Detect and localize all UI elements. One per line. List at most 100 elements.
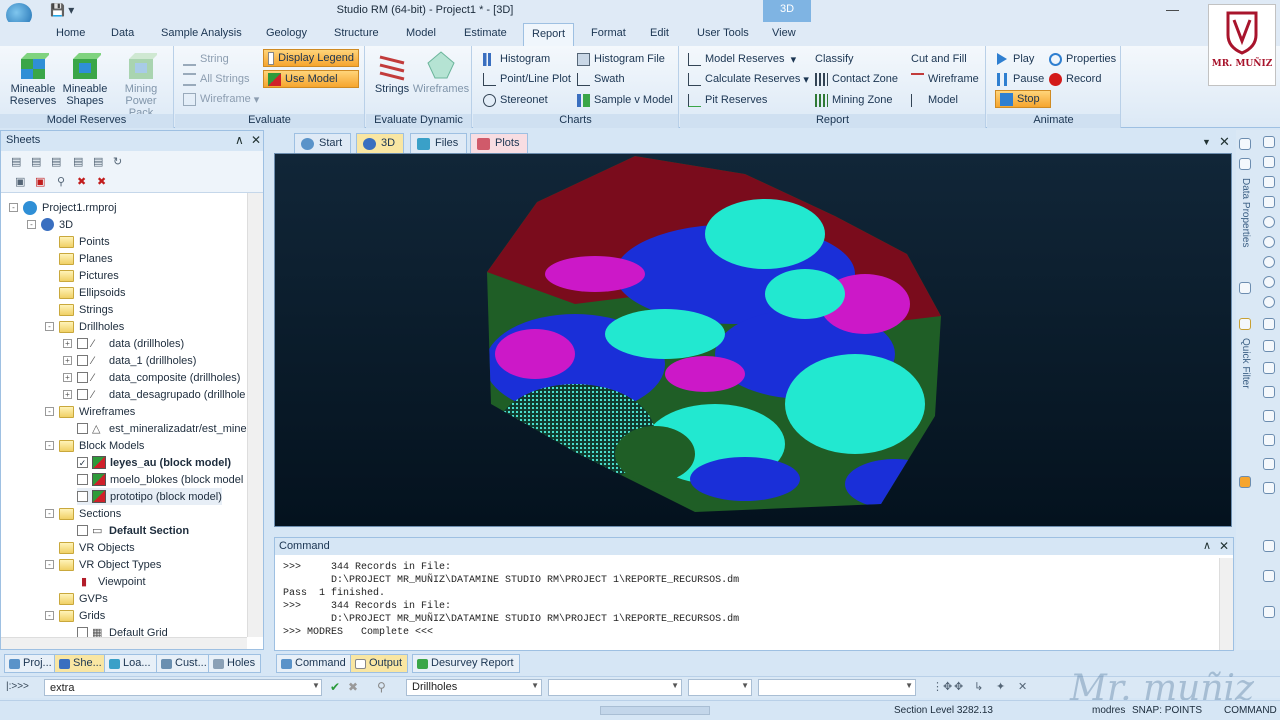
quick-filter-icon[interactable] xyxy=(1239,318,1251,330)
pause-button[interactable]: Pause xyxy=(997,70,1044,88)
highlight-tool-icon[interactable] xyxy=(1239,476,1251,488)
tab-data[interactable]: Data xyxy=(111,27,134,39)
snap-tool-icon[interactable]: ⋮✥ xyxy=(932,680,952,693)
sheets-vertical-scrollbar[interactable] xyxy=(247,193,263,637)
close-icon[interactable]: ✕ xyxy=(251,133,261,147)
visibility-checkbox[interactable] xyxy=(77,389,88,400)
data-properties-tab[interactable]: Data Properties xyxy=(1240,178,1251,247)
tree-item[interactable]: ▭ Default Section xyxy=(77,522,189,539)
tab-holes[interactable]: Holes xyxy=(208,654,262,673)
tab-geology[interactable]: Geology xyxy=(266,27,307,39)
point-line-plot-button[interactable]: Point/Line Plot xyxy=(483,70,571,88)
command-scrollbar[interactable] xyxy=(1219,558,1233,650)
report-model-button[interactable]: Model xyxy=(911,91,958,109)
visibility-checkbox[interactable] xyxy=(77,355,88,366)
tree-item[interactable]: △ est_mineralizadatr/est_mine xyxy=(77,420,247,437)
evaluate-wireframe-button[interactable]: Wireframe ▾ xyxy=(183,90,259,108)
view-pan-icon[interactable] xyxy=(1263,196,1275,208)
contact-zone-button[interactable]: Contact Zone xyxy=(815,70,898,88)
sheets-horizontal-scrollbar[interactable] xyxy=(1,637,247,649)
tab-list-chevron-down-icon[interactable]: ▼ xyxy=(1202,137,1211,147)
zoom-in-icon[interactable] xyxy=(1263,216,1275,228)
tab-output[interactable]: Output xyxy=(350,654,409,673)
visibility-checkbox[interactable] xyxy=(77,338,88,349)
report-wireframe-button[interactable]: Wireframe xyxy=(911,70,979,88)
visibility-checkbox[interactable] xyxy=(77,474,88,485)
zoom-previous-icon[interactable] xyxy=(1263,296,1275,308)
find-object-icon[interactable] xyxy=(1239,282,1251,294)
tree-item[interactable]: Planes xyxy=(59,250,113,267)
record-button[interactable]: Record xyxy=(1049,70,1101,88)
tree-item[interactable]: GVPs xyxy=(59,590,108,607)
collapse-icon[interactable]: - xyxy=(9,203,18,212)
data-properties-toggle-icon[interactable] xyxy=(1239,158,1251,170)
view-front-icon[interactable] xyxy=(1263,318,1275,330)
tree-item[interactable]: + ⁄ data_composite (drillholes) xyxy=(63,369,240,386)
tree-item[interactable]: Ellipsoids xyxy=(59,284,125,301)
tab-home[interactable]: Home xyxy=(56,27,85,39)
dynamic-wireframes-button[interactable]: Wireframes xyxy=(412,49,470,95)
tree-item[interactable]: - Project1.rmproj xyxy=(9,199,117,216)
grid-toggle-icon[interactable] xyxy=(1263,606,1275,618)
tab-loaded[interactable]: Loa... xyxy=(104,654,157,673)
object-select[interactable]: ▼ xyxy=(548,679,682,696)
minimize-button[interactable]: — xyxy=(1166,2,1179,17)
calculate-reserves-button[interactable]: Calculate Reserves ▾ xyxy=(688,70,809,88)
tab-edit[interactable]: Edit xyxy=(650,27,669,39)
tree-item[interactable]: ✓ leyes_au (block model) xyxy=(77,454,231,471)
tab-sheets[interactable]: She... xyxy=(54,654,108,673)
doc-tab-3d[interactable]: 3D xyxy=(356,133,405,153)
load-icon[interactable]: ▣ xyxy=(15,175,28,188)
arrange-icon[interactable]: ▤ xyxy=(51,155,64,168)
tab-report[interactable]: Report xyxy=(523,23,575,47)
view-top-icon[interactable] xyxy=(1263,156,1275,168)
mining-power-pack-button[interactable]: Mining Power Pack xyxy=(112,49,170,119)
tab-model[interactable]: Model xyxy=(406,27,436,39)
tree-item[interactable]: - Block Models xyxy=(45,437,144,454)
snap-point-icon[interactable]: ✦ xyxy=(996,680,1005,693)
view-rotate-icon[interactable] xyxy=(1263,176,1275,188)
expand-icon[interactable]: + xyxy=(63,339,72,348)
doc-tab-files[interactable]: Files xyxy=(410,133,468,153)
tab-project[interactable]: Proj... xyxy=(4,654,58,673)
zoom-extents-icon[interactable] xyxy=(1263,256,1275,268)
command-input[interactable] xyxy=(44,679,322,696)
tab-user-tools[interactable]: User Tools xyxy=(697,27,749,39)
visibility-checkbox[interactable] xyxy=(77,372,88,383)
expand-all-icon[interactable]: ▤ xyxy=(31,155,44,168)
tree-item[interactable]: - Wireframes xyxy=(45,403,135,420)
collapse-icon[interactable]: - xyxy=(45,611,54,620)
tree-item[interactable]: + ⁄ data_desagrupado (drillhole xyxy=(63,386,245,403)
clip-icon[interactable] xyxy=(1263,458,1275,470)
tree-item[interactable]: VR Objects xyxy=(59,539,135,556)
tree-item[interactable]: ▮ Viewpoint xyxy=(81,573,146,590)
pin-icon[interactable]: ∧ xyxy=(235,133,244,147)
tree-item[interactable]: - Drillholes xyxy=(45,318,124,335)
tab-desurvey-report[interactable]: Desurvey Report xyxy=(412,654,520,673)
tab-command[interactable]: Command xyxy=(276,654,352,673)
tree-item[interactable]: ▦ Default Grid xyxy=(77,624,168,637)
evaluate-all-strings-button[interactable]: All Strings xyxy=(183,70,250,88)
snap-grid-icon[interactable]: ✥ xyxy=(954,680,963,693)
view-home-icon[interactable] xyxy=(1263,136,1275,148)
properties-button[interactable]: Properties xyxy=(1049,50,1116,68)
tree-item[interactable]: + ⁄ data (drillholes) xyxy=(63,335,184,352)
tab-structure[interactable]: Structure xyxy=(334,27,379,39)
visibility-checkbox[interactable] xyxy=(77,525,88,536)
tree-item[interactable]: - Grids xyxy=(45,607,105,624)
unload-icon[interactable]: ▣ xyxy=(35,175,48,188)
collapse-icon[interactable]: - xyxy=(45,407,54,416)
collapse-icon[interactable]: - xyxy=(45,322,54,331)
collapse-icon[interactable]: - xyxy=(45,441,54,450)
clip-toggle-icon[interactable] xyxy=(1263,482,1275,494)
settings-gear-icon[interactable] xyxy=(1263,540,1275,552)
close-doc-icon[interactable]: ✕ xyxy=(1219,134,1230,150)
refresh-icon[interactable]: ↻ xyxy=(113,155,126,168)
mining-zone-button[interactable]: Mining Zone xyxy=(815,91,893,109)
command-search-icon[interactable]: ⚲ xyxy=(377,680,386,694)
tab-sample-analysis[interactable]: Sample Analysis xyxy=(161,27,242,39)
collapse-all-icon[interactable]: ▤ xyxy=(11,155,24,168)
context-tab-3d[interactable]: 3D xyxy=(763,0,811,22)
snap-off-icon[interactable]: ✕ xyxy=(1018,680,1027,693)
visibility-checkbox[interactable]: ✓ xyxy=(77,457,88,468)
